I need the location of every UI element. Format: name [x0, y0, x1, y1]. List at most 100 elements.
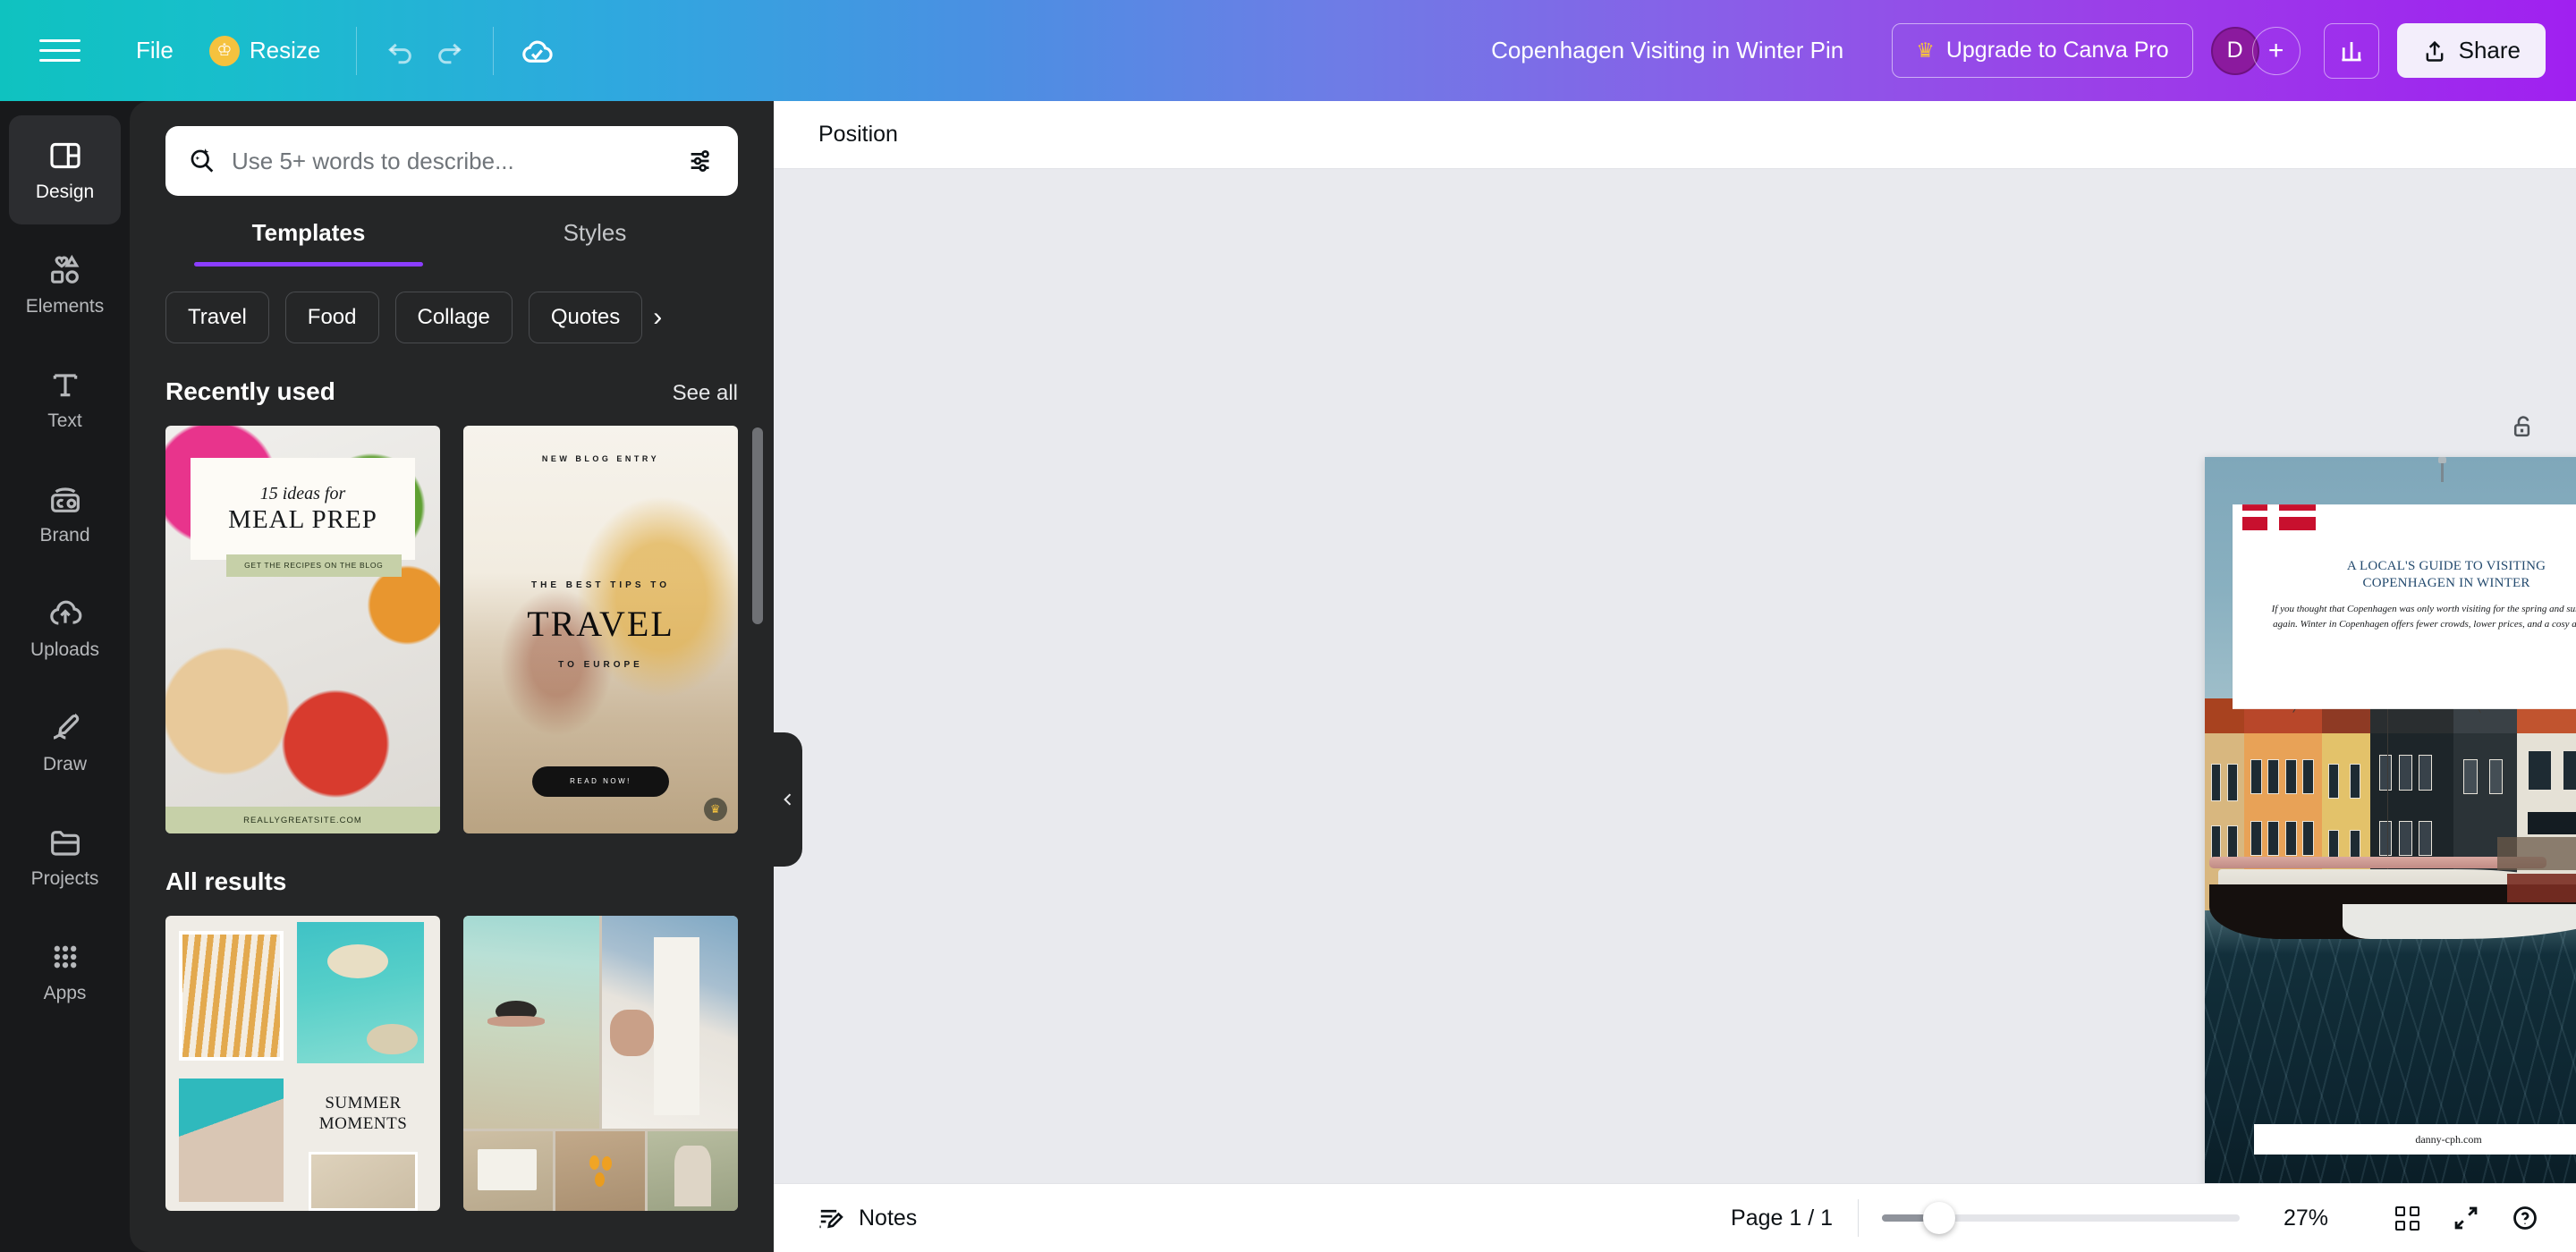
- crown-icon: ♛: [704, 798, 727, 821]
- tab-styles[interactable]: Styles: [452, 219, 738, 266]
- sidebar-item-label: Brand: [39, 525, 89, 546]
- cloud-check-icon[interactable]: [512, 26, 562, 76]
- sidebar-item-uploads[interactable]: Uploads: [9, 573, 121, 682]
- text-t-icon: [47, 367, 83, 402]
- sidebar-item-brand[interactable]: Brand: [9, 459, 121, 568]
- chip-food[interactable]: Food: [285, 292, 379, 343]
- cloud-upload-icon: [47, 596, 83, 631]
- upgrade-to-pro-button[interactable]: ♛ Upgrade to Canva Pro: [1892, 23, 2192, 78]
- layout-icon: [47, 138, 83, 173]
- tab-label: Styles: [564, 219, 627, 246]
- sidebar-item-draw[interactable]: Draw: [9, 688, 121, 797]
- recently-used-header: Recently used See all: [165, 377, 738, 406]
- tab-label: Templates: [252, 219, 366, 246]
- grid-view-button[interactable]: [2383, 1194, 2431, 1242]
- design-page-canvas[interactable]: A LOCAL'S GUIDE TO VISITING COPENHAGEN I…: [2205, 457, 2576, 1183]
- template-line1: 15 ideas for: [260, 484, 346, 504]
- see-all-link[interactable]: See all: [673, 381, 738, 406]
- position-bar: Position: [774, 101, 2576, 169]
- zoom-slider[interactable]: [1882, 1214, 2240, 1222]
- sidebar-item-label: Uploads: [30, 639, 99, 661]
- template-arc-text: NEW BLOG ENTRY: [463, 454, 738, 463]
- plus-icon[interactable]: +: [2252, 27, 2301, 75]
- zoom-percent[interactable]: 27%: [2270, 1205, 2342, 1231]
- panel-scrollbar[interactable]: [752, 427, 763, 624]
- search-input[interactable]: [232, 148, 672, 175]
- chip-travel[interactable]: Travel: [165, 292, 269, 343]
- category-chips: Travel Food Collage Quotes ›: [165, 292, 738, 343]
- page-tools: [2500, 403, 2576, 450]
- position-button[interactable]: Position: [802, 112, 914, 157]
- canvas-area[interactable]: A LOCAL'S GUIDE TO VISITING COPENHAGEN I…: [774, 169, 2576, 1183]
- template-card-summer-moments[interactable]: SUMMER MOMENTS: [165, 916, 440, 1211]
- crown-icon: ♛: [1916, 38, 1935, 63]
- main-area: Position: [774, 101, 2576, 1252]
- help-button[interactable]: [2501, 1194, 2549, 1242]
- design-panel: Templates Styles Travel Food Collage Quo…: [130, 101, 774, 1252]
- folder-icon: [47, 825, 83, 860]
- fullscreen-button[interactable]: [2442, 1194, 2490, 1242]
- zoom-slider-knob[interactable]: [1923, 1202, 1955, 1234]
- panel-scroll-area[interactable]: Travel Food Collage Quotes › Recently us…: [130, 266, 774, 1252]
- sidebar-item-label: Design: [36, 182, 94, 203]
- redo-icon[interactable]: [425, 26, 475, 76]
- sidebar-item-text[interactable]: Text: [9, 344, 121, 453]
- template-line2: MOMENTS: [319, 1114, 408, 1134]
- section-title: All results: [165, 867, 286, 896]
- tab-templates[interactable]: Templates: [165, 219, 452, 266]
- sidebar-item-apps[interactable]: Apps: [9, 917, 121, 1026]
- panel-tabs: Templates Styles: [130, 219, 774, 266]
- bar-chart-icon[interactable]: [2324, 23, 2379, 79]
- chip-collage[interactable]: Collage: [395, 292, 513, 343]
- grid-dots-icon: [47, 939, 83, 975]
- sidebar-item-elements[interactable]: Elements: [9, 230, 121, 339]
- share-button[interactable]: Share: [2397, 23, 2546, 78]
- background-mast: [2441, 461, 2444, 482]
- dock: [2497, 837, 2576, 870]
- bottom-bar: Notes Page 1 / 1 27%: [774, 1183, 2576, 1252]
- template-line3: TO EUROPE: [463, 660, 738, 670]
- all-results-header: All results: [165, 867, 738, 896]
- design-footer-url: danny-cph.com: [2415, 1133, 2481, 1146]
- design-title: A LOCAL'S GUIDE TO VISITING COPENHAGEN I…: [2347, 558, 2546, 592]
- search-box[interactable]: [165, 126, 738, 196]
- notes-label: Notes: [859, 1205, 917, 1231]
- boat-boom: [2209, 857, 2546, 868]
- help-question-icon: [2511, 1204, 2539, 1232]
- hamburger-icon[interactable]: [39, 33, 80, 69]
- collapse-panel-handle[interactable]: [774, 732, 802, 867]
- sidebar-item-design[interactable]: Design: [9, 115, 121, 224]
- undo-icon[interactable]: [375, 26, 425, 76]
- collaborators: D +: [2211, 27, 2301, 75]
- design-footer-url-box[interactable]: danny-cph.com: [2254, 1124, 2576, 1155]
- sidebar-item-label: Projects: [31, 868, 99, 890]
- boat-hull-white: [2343, 904, 2576, 939]
- template-card-beach-collage[interactable]: [463, 916, 738, 1211]
- sliders-filter-icon: [686, 146, 716, 176]
- chevron-left-icon: [779, 791, 797, 808]
- editor-body: Design Elements Text Brand Uploads Draw: [0, 101, 2576, 1252]
- crown-icon: ♔: [209, 36, 240, 66]
- template-line1: THE BEST TIPS TO: [463, 580, 738, 590]
- unlock-page-button[interactable]: [2500, 403, 2546, 450]
- magic-search-icon: [187, 146, 217, 176]
- template-card-meal-prep[interactable]: 15 ideas for MEAL PREP GET THE RECIPES O…: [165, 426, 440, 833]
- design-text-card[interactable]: A LOCAL'S GUIDE TO VISITING COPENHAGEN I…: [2233, 504, 2576, 709]
- chip-quotes[interactable]: Quotes: [529, 292, 642, 343]
- upgrade-label: Upgrade to Canva Pro: [1946, 38, 2169, 63]
- file-menu-button[interactable]: File: [118, 28, 191, 73]
- left-rail: Design Elements Text Brand Uploads Draw: [0, 101, 130, 1252]
- page-counter: Page 1 / 1: [1731, 1205, 1833, 1231]
- all-results-grid: SUMMER MOMENTS: [165, 916, 738, 1211]
- file-menu-label: File: [136, 37, 174, 64]
- sidebar-item-projects[interactable]: Projects: [9, 802, 121, 911]
- chevron-right-icon[interactable]: ›: [653, 302, 662, 333]
- notes-button[interactable]: Notes: [802, 1194, 931, 1242]
- recently-used-grid: 15 ideas for MEAL PREP GET THE RECIPES O…: [165, 426, 738, 833]
- section-title: Recently used: [165, 377, 335, 406]
- document-title[interactable]: Copenhagen Visiting in Winter Pin: [1477, 28, 1858, 73]
- resize-button[interactable]: ♔ Resize: [191, 27, 338, 75]
- template-card-travel-europe[interactable]: NEW BLOG ENTRY THE BEST TIPS TO TRAVEL T…: [463, 426, 738, 833]
- design-body-text: If you thought that Copenhagen was only …: [2271, 602, 2576, 631]
- unlock-icon: [2509, 412, 2538, 441]
